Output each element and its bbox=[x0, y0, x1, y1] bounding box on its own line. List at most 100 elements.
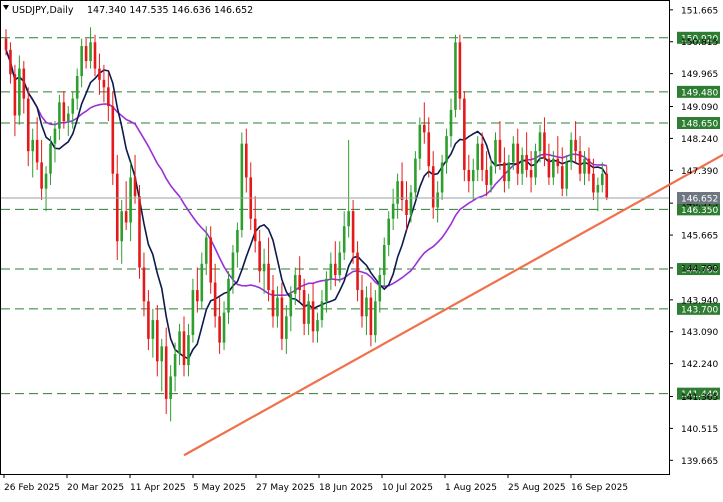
candle-body bbox=[173, 353, 177, 377]
candle-body bbox=[423, 124, 426, 133]
candle-body bbox=[538, 132, 542, 152]
candle-body bbox=[120, 211, 123, 242]
y-tick-label: 143.090 bbox=[681, 328, 718, 338]
candle-body bbox=[387, 218, 390, 246]
candle-body bbox=[525, 154, 528, 170]
candle-body bbox=[13, 74, 17, 116]
candle-body bbox=[151, 320, 155, 339]
candle-body bbox=[213, 282, 217, 317]
candle-body bbox=[22, 68, 26, 99]
candle-body bbox=[89, 42, 92, 62]
chart-svg: 150.920149.480148.650146.350144.760143.7… bbox=[0, 0, 723, 493]
candle-body bbox=[338, 252, 342, 276]
candle-body bbox=[400, 181, 404, 200]
candle-body bbox=[253, 218, 257, 242]
candle-body bbox=[467, 169, 471, 182]
candle-body bbox=[405, 199, 408, 215]
x-tick-label: 11 Apr 2025 bbox=[130, 483, 186, 493]
candle-body bbox=[601, 173, 604, 185]
candle-body bbox=[75, 76, 79, 99]
x-tick-label: 18 Jun 2025 bbox=[319, 483, 373, 493]
candle-body bbox=[329, 263, 333, 279]
candle-body bbox=[431, 166, 435, 208]
x-tick-label: 25 Aug 2025 bbox=[508, 483, 566, 493]
candle-body bbox=[156, 320, 159, 362]
y-tick-label: 139.665 bbox=[681, 457, 718, 467]
candle-body bbox=[471, 169, 475, 182]
candle-body bbox=[289, 293, 293, 317]
candle-body bbox=[369, 297, 373, 336]
candle-body bbox=[543, 132, 546, 159]
candle-body bbox=[334, 263, 337, 276]
ohlc-readout: 147.340 147.535 146.636 146.652 bbox=[87, 5, 253, 16]
y-tick-label: 149.965 bbox=[681, 70, 718, 80]
candle-body bbox=[365, 297, 368, 317]
candle-body bbox=[414, 158, 417, 193]
candle-body bbox=[236, 229, 239, 253]
y-tick-label: 148.240 bbox=[681, 135, 718, 145]
candle-body bbox=[93, 42, 97, 69]
candle-body bbox=[360, 290, 364, 317]
candle-body bbox=[583, 158, 586, 174]
candle-body bbox=[18, 68, 21, 116]
candle-body bbox=[503, 162, 506, 182]
candle-body bbox=[169, 376, 172, 399]
candle-body bbox=[565, 162, 568, 189]
candle-body bbox=[378, 275, 382, 302]
y-tick-label: 147.390 bbox=[681, 167, 718, 177]
candle-body bbox=[458, 42, 462, 99]
candle-body bbox=[138, 196, 141, 268]
candle-body bbox=[436, 192, 439, 208]
candle-body bbox=[587, 158, 591, 174]
candle-body bbox=[187, 335, 190, 366]
candle-body bbox=[449, 109, 453, 137]
candle-body bbox=[494, 139, 497, 167]
candle-body bbox=[276, 297, 279, 317]
candle-body bbox=[53, 128, 57, 144]
candle-body bbox=[547, 158, 551, 178]
candle-body bbox=[142, 267, 146, 302]
candle-body bbox=[222, 312, 226, 343]
candle-body bbox=[49, 143, 52, 174]
candle-body bbox=[160, 346, 164, 362]
y-tick-label: 150.815 bbox=[681, 38, 718, 48]
x-tick-label: 10 Jul 2025 bbox=[382, 483, 433, 493]
candle-body bbox=[382, 245, 386, 276]
candle-body bbox=[463, 98, 466, 170]
candle-body bbox=[391, 203, 395, 219]
chart-header: USDJPY,Daily 147.340 147.535 146.636 146… bbox=[3, 5, 253, 16]
candle-body bbox=[129, 177, 132, 223]
candle-body bbox=[596, 184, 600, 193]
candle-body bbox=[302, 290, 306, 324]
candle-body bbox=[560, 166, 564, 189]
candle-body bbox=[311, 301, 315, 332]
candle-body bbox=[351, 211, 355, 253]
level-tag-label: 143.700 bbox=[681, 305, 718, 315]
candle-body bbox=[31, 139, 34, 152]
candle-body bbox=[342, 226, 346, 253]
candle-body bbox=[285, 316, 288, 339]
y-tick-label: 151.665 bbox=[681, 6, 718, 16]
candle-body bbox=[454, 42, 457, 110]
candle-body bbox=[164, 346, 168, 399]
candle-body bbox=[124, 211, 128, 223]
candle-body bbox=[111, 106, 115, 174]
x-tick-label: 26 Feb 2025 bbox=[4, 483, 60, 493]
candle-body bbox=[489, 166, 493, 185]
candle-body bbox=[115, 173, 119, 242]
candle-body bbox=[227, 278, 230, 313]
candle-body bbox=[44, 173, 48, 189]
candle-body bbox=[67, 113, 70, 122]
candle-body bbox=[240, 143, 244, 230]
x-tick-label: 5 May 2025 bbox=[193, 483, 246, 493]
candle-body bbox=[178, 331, 181, 354]
candle-body bbox=[196, 290, 199, 302]
candle-body bbox=[9, 49, 12, 75]
candle-body bbox=[258, 241, 261, 272]
candle-body bbox=[147, 301, 150, 339]
candle-body bbox=[320, 301, 324, 321]
candle-body bbox=[182, 331, 186, 366]
x-tick-label: 27 May 2025 bbox=[256, 483, 315, 493]
candle-body bbox=[520, 154, 524, 174]
candle-body bbox=[498, 139, 502, 163]
